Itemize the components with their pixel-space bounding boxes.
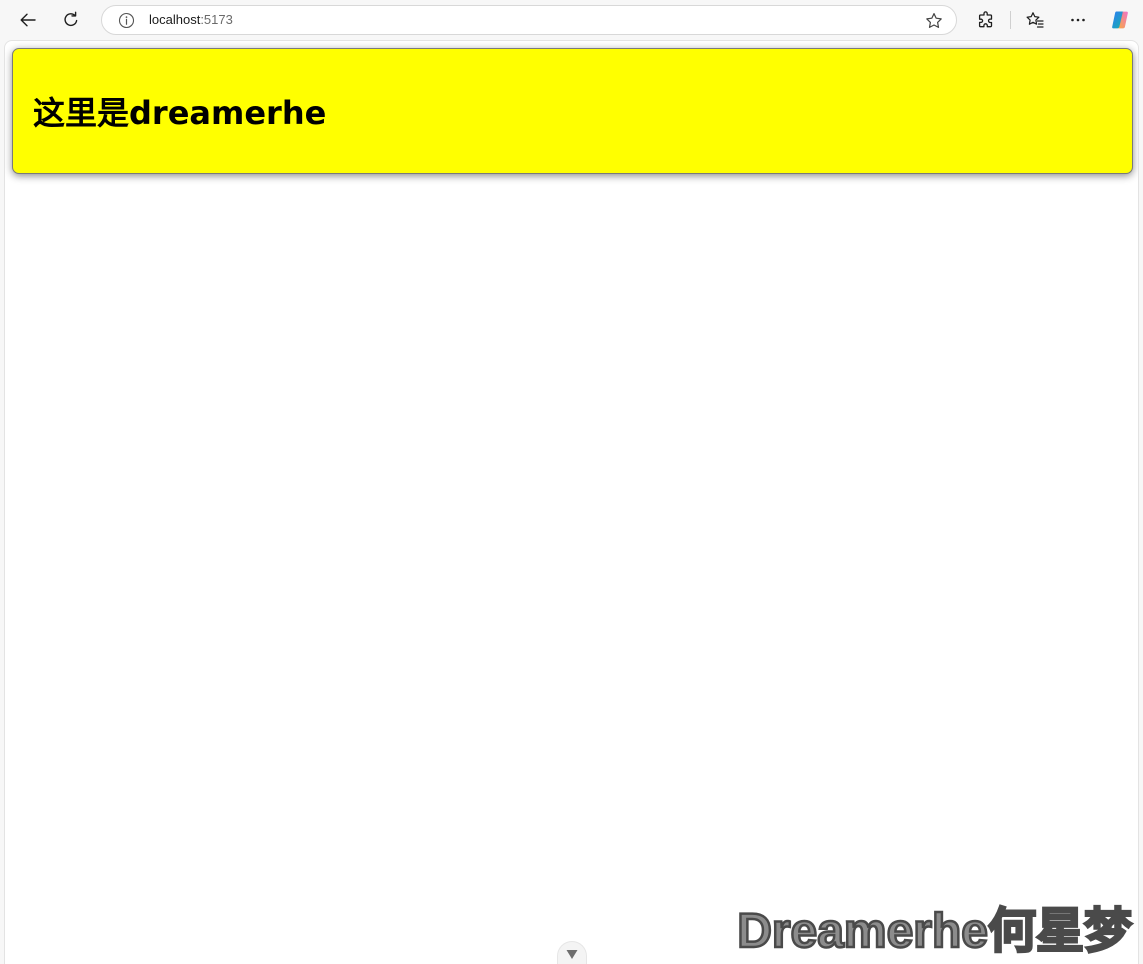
more-icon (1071, 18, 1085, 22)
copilot-button[interactable] (1104, 4, 1136, 36)
back-button[interactable] (12, 4, 44, 36)
browser-toolbar: localhost:5173 (0, 0, 1143, 40)
address-bar[interactable]: localhost:5173 (101, 5, 957, 35)
star-icon[interactable] (924, 11, 944, 31)
info-icon[interactable] (118, 12, 135, 29)
url-host: localhost (149, 12, 201, 27)
url-text[interactable]: localhost:5173 (149, 12, 233, 28)
chevron-down-icon (566, 949, 578, 959)
scroll-down-button[interactable] (557, 941, 587, 964)
copilot-icon (1112, 11, 1128, 29)
reload-icon (64, 11, 78, 27)
page-title: 这里是dreamerhe (33, 94, 327, 132)
reload-button[interactable] (55, 4, 87, 36)
toolbar-divider (1010, 11, 1011, 29)
page-viewport: 这里是dreamerhe Dreamerhe何星梦 (4, 40, 1139, 964)
url-port: :5173 (200, 12, 233, 27)
extensions-button[interactable] (970, 4, 1002, 36)
more-button[interactable] (1062, 4, 1094, 36)
back-arrow-icon (20, 13, 36, 27)
extensions-icon (978, 11, 993, 28)
header-box: 这里是dreamerhe (12, 48, 1133, 174)
favorites-button[interactable] (1019, 4, 1051, 36)
watermark: Dreamerhe何星梦 (736, 904, 1133, 960)
favorites-icon (1026, 12, 1044, 28)
